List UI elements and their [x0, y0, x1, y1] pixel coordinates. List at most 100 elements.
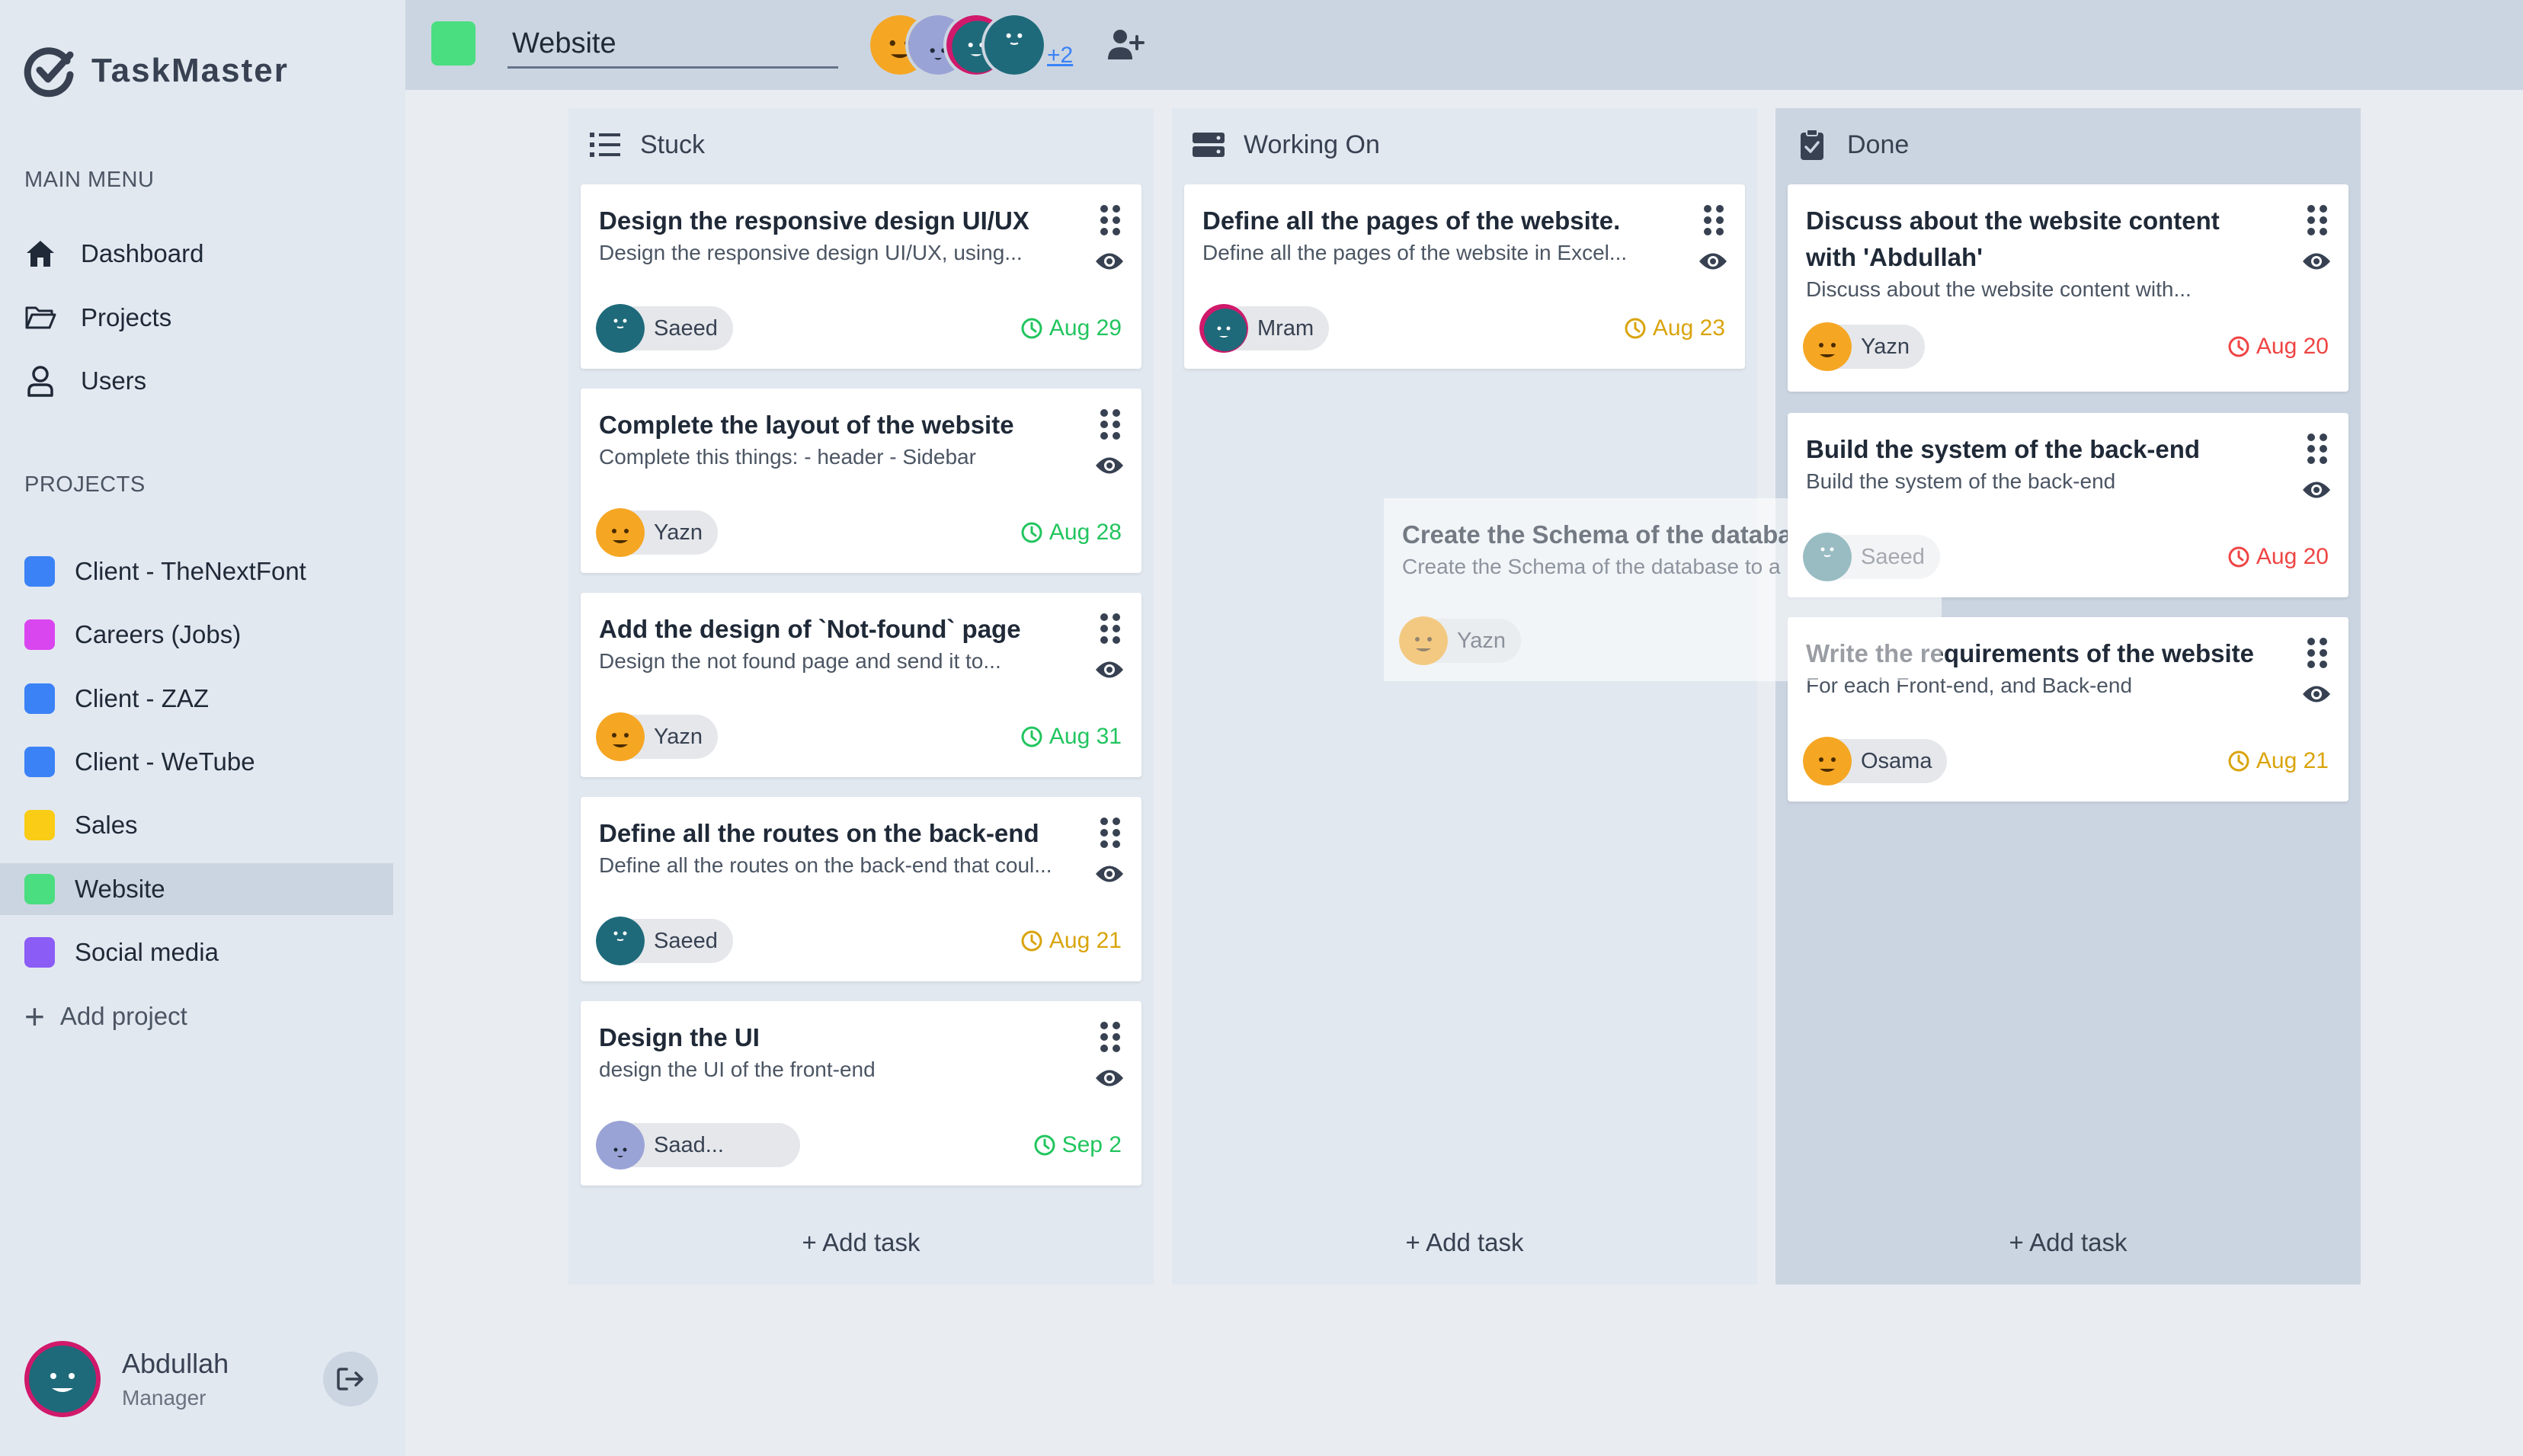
project-item[interactable]: Client - TheNextFont [0, 546, 393, 597]
column-done-header: Done [1795, 128, 1909, 162]
logout-button[interactable] [323, 1352, 378, 1406]
task-assignee[interactable]: Saad... [596, 1121, 800, 1170]
project-item[interactable]: Website [0, 862, 393, 915]
assignee-avatar [1803, 322, 1852, 371]
clock-icon [2227, 546, 2250, 568]
add-task-button[interactable]: + Add task [1775, 1228, 2361, 1257]
column-stuck-title: Stuck [640, 130, 706, 159]
due-date-text: Sep 2 [1061, 1132, 1122, 1157]
current-user[interactable]: Abdullah Manager [24, 1341, 229, 1417]
task-card[interactable]: Design the UI design the UI of the front-… [581, 1001, 1141, 1186]
eye-icon[interactable] [1094, 862, 1125, 885]
clock-icon [2227, 335, 2250, 358]
assignee-name: Saad... [654, 1132, 724, 1157]
eye-icon[interactable] [2301, 250, 2332, 273]
eye-icon[interactable] [2301, 683, 2332, 706]
task-title: Design the responsive design UI/UX [599, 206, 1029, 235]
eye-icon[interactable] [1094, 1067, 1125, 1090]
project-item[interactable]: Sales [0, 799, 393, 851]
drag-handle-icon[interactable] [1702, 204, 1725, 236]
drag-handle-icon[interactable] [1099, 1021, 1122, 1053]
dragging-card-title: Create the Schema of the databas [1402, 520, 1788, 549]
task-card[interactable]: Discuss about the website content with '… [1788, 184, 2349, 392]
project-item[interactable]: Client - ZAZ [0, 673, 393, 725]
drag-handle-icon[interactable] [1099, 817, 1122, 849]
task-assignee[interactable]: Yazn [596, 712, 718, 761]
user-avatar [24, 1341, 101, 1417]
project-item[interactable]: Client - WeTube [0, 736, 393, 788]
nav-users[interactable]: Users [24, 358, 146, 404]
assignee-name: Yazn [1861, 334, 1910, 359]
task-card[interactable]: Add the design of `Not-found` page Design… [581, 593, 1141, 777]
assignee-name: Mram [1257, 315, 1314, 341]
user-role: Manager [122, 1386, 207, 1410]
assignee-avatar [596, 508, 645, 557]
task-card[interactable]: Design the responsive design UI/UX Design… [581, 184, 1141, 369]
task-assignee[interactable]: Mram [1199, 304, 1330, 353]
task-description: Define all the routes on the back-end th… [599, 853, 1052, 877]
project-label: Client - TheNextFont [75, 557, 306, 585]
app-logo[interactable]: TaskMaster [23, 44, 289, 98]
project-item[interactable]: Social media [0, 926, 393, 978]
nav-dashboard[interactable]: Dashboard [24, 231, 203, 277]
due-date-text: Aug 20 [2256, 334, 2329, 359]
task-card[interactable]: Define all the routes on the back-end Def… [581, 797, 1141, 981]
project-item[interactable]: Careers (Jobs) [0, 609, 393, 661]
nav-projects[interactable]: Projects [24, 295, 171, 341]
task-due-date: Aug 21 [2227, 748, 2329, 774]
project-color-swatch [24, 873, 55, 904]
due-date-text: Aug 23 [1652, 315, 1725, 341]
nav-projects-label: Projects [81, 303, 172, 331]
drag-handle-icon[interactable] [1099, 408, 1122, 440]
clock-icon [1033, 1134, 1056, 1157]
project-color-swatch [24, 810, 55, 841]
task-assignee[interactable]: Yazn [1803, 322, 1925, 371]
drag-handle-icon[interactable] [2306, 433, 2329, 465]
drag-handle-icon[interactable] [2306, 637, 2329, 669]
due-date-text: Aug 21 [2256, 748, 2329, 773]
clock-icon [1624, 317, 1647, 340]
clipboard-check-icon [1795, 128, 1829, 162]
drag-handle-icon[interactable] [1099, 613, 1122, 645]
dragging-card[interactable]: Create the Schema of the databas Create … [1384, 498, 1942, 681]
column-working-on-header: Working On [1192, 128, 1380, 162]
member-avatar[interactable] [981, 12, 1047, 78]
task-assignee[interactable]: Saeed [596, 917, 733, 965]
project-color-swatch[interactable] [431, 21, 475, 66]
task-description: Design the not found page and send it to… [599, 649, 1001, 673]
column-working-on-title: Working On [1244, 130, 1380, 159]
server-icon [1192, 128, 1225, 162]
plus-icon: + [24, 997, 45, 1036]
add-project-button[interactable]: + Add project [24, 995, 187, 1038]
sidebar: TaskMaster MAIN MENU Dashboard Projects … [0, 0, 405, 1456]
add-user-icon[interactable] [1106, 27, 1145, 62]
eye-icon[interactable] [1094, 658, 1125, 681]
task-description: Discuss about the website content with..… [1806, 277, 2192, 301]
assignee-name: Saeed [654, 315, 718, 341]
assignee-avatar [596, 1121, 645, 1170]
task-assignee[interactable]: Yazn [596, 508, 718, 557]
drag-handle-icon[interactable] [1099, 204, 1122, 236]
assignee-name: Yazn [654, 724, 703, 749]
task-assignee[interactable]: Saeed [596, 304, 733, 353]
assignee-avatar [596, 917, 645, 965]
app-name: TaskMaster [91, 52, 289, 89]
assignee-name: Yazn [654, 520, 703, 545]
task-card[interactable]: Complete the layout of the website Comple… [581, 389, 1141, 573]
eye-icon[interactable] [1698, 250, 1728, 273]
assignee-name: Osama [1861, 748, 1932, 773]
eye-icon[interactable] [2301, 478, 2332, 501]
eye-icon[interactable] [1094, 454, 1125, 477]
project-name-input[interactable] [507, 21, 838, 69]
task-due-date: Aug 29 [1020, 315, 1122, 341]
task-due-date: Aug 28 [1020, 520, 1122, 546]
add-task-button[interactable]: + Add task [568, 1228, 1154, 1257]
eye-icon[interactable] [1094, 250, 1125, 273]
project-label: Client - ZAZ [75, 683, 210, 712]
task-card[interactable]: Define all the pages of the website. Defi… [1184, 184, 1745, 369]
add-task-button[interactable]: + Add task [1172, 1228, 1757, 1257]
task-assignee[interactable]: Osama [1803, 737, 1948, 786]
drag-handle-icon[interactable] [2306, 204, 2329, 236]
dragging-card-assignee: Yazn [1399, 616, 1521, 665]
more-members-link[interactable]: +2 [1047, 43, 1073, 69]
